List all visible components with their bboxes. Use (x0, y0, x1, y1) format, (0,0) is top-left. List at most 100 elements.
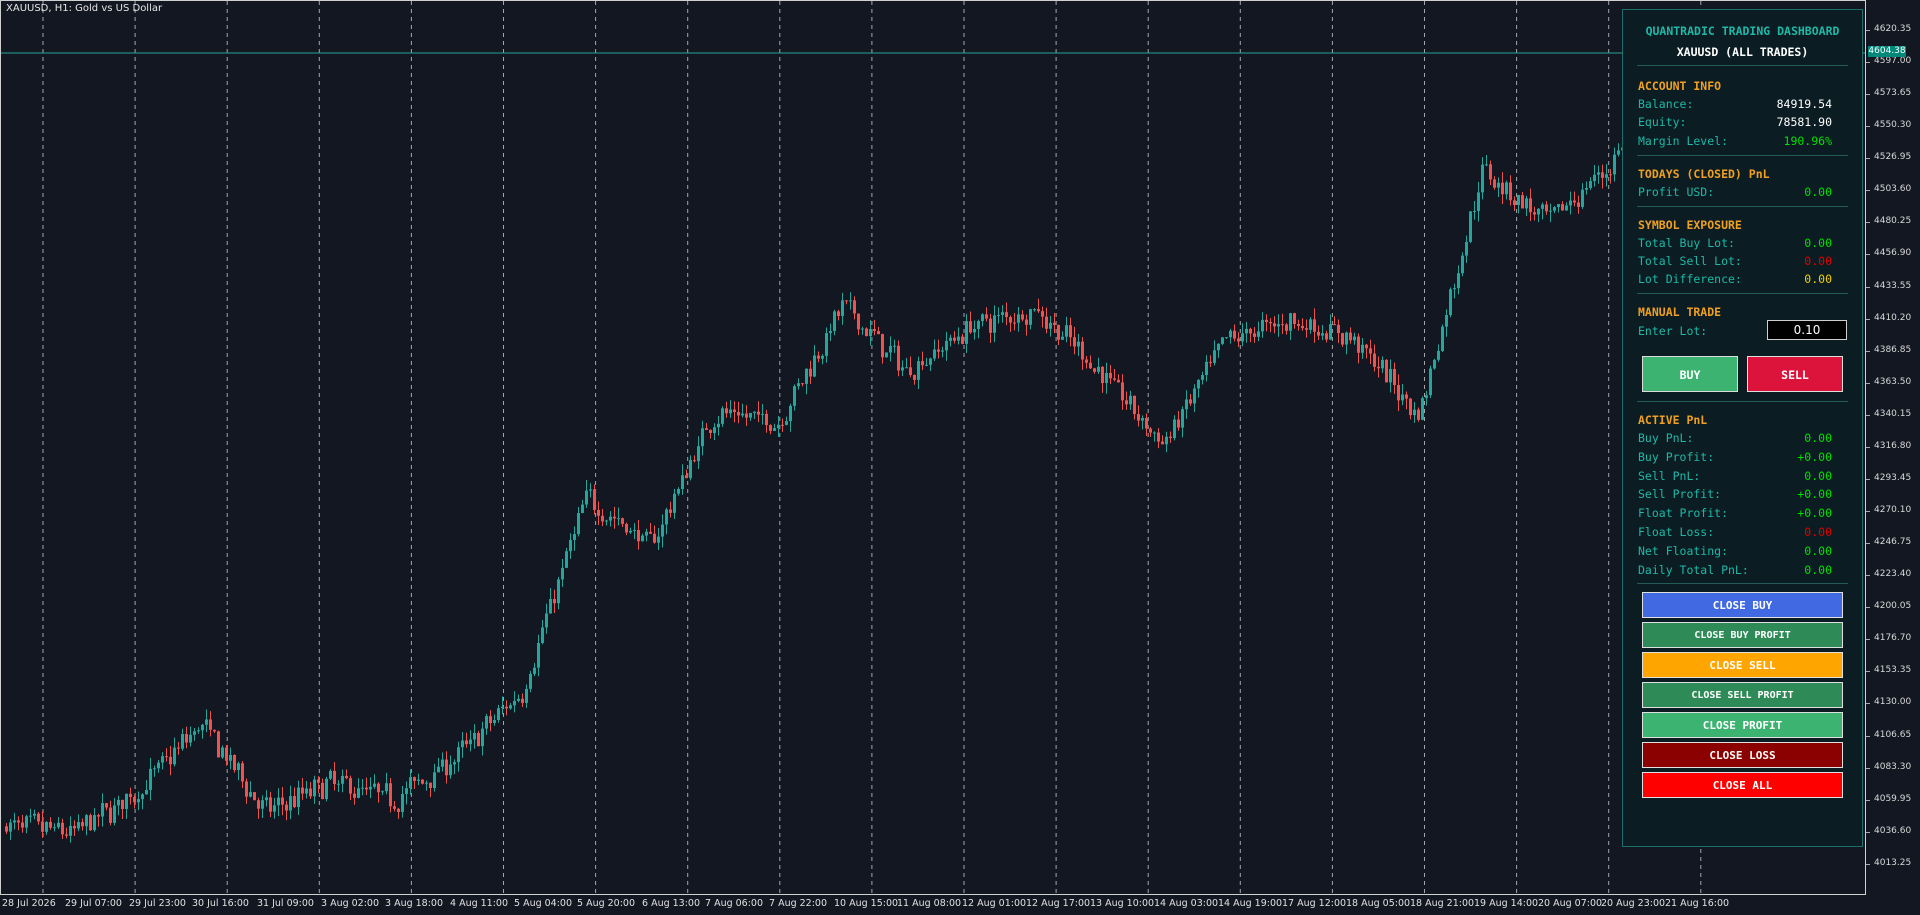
close-all-button[interactable]: CLOSE ALL (1642, 772, 1843, 798)
candle-body (825, 333, 828, 356)
time-tick-label: 3 Aug 02:00 (321, 898, 380, 909)
candle-body (1429, 368, 1432, 396)
candle-body (433, 772, 436, 789)
candle-body (205, 719, 208, 725)
price-tick-label: 4573.65 (1865, 88, 1912, 99)
candle-body (1537, 208, 1540, 215)
lot-difference-label: Lot Difference: (1638, 272, 1742, 286)
candle-body (745, 413, 748, 418)
candle-body (489, 716, 492, 724)
price-scale[interactable]: 4620.35 4597.00 4573.65 4550.30 4526.95 4503.… (1865, 0, 1920, 895)
sell-button[interactable]: SELL (1747, 356, 1843, 392)
candle-body (1449, 289, 1452, 316)
candle-body (529, 673, 532, 689)
candle-body (217, 731, 220, 758)
lot-size-input[interactable] (1767, 320, 1847, 340)
candle-body (129, 793, 132, 798)
price-tick-label: 4036.60 (1865, 825, 1912, 836)
candle-body (113, 805, 116, 823)
close-sell-profit-button[interactable]: CLOSE SELL PROFIT (1642, 682, 1843, 708)
candle-body (1201, 375, 1204, 380)
candle-body (341, 775, 344, 784)
price-chart[interactable]: XAUUSD, H1: Gold vs US Dollar QUANTRADIC… (0, 0, 1866, 895)
candle-body (1453, 288, 1456, 290)
candle-body (1421, 398, 1424, 420)
close-loss-button[interactable]: CLOSE LOSS (1642, 742, 1843, 768)
candle-body (1529, 198, 1532, 213)
candle-body (117, 799, 120, 806)
candle-body (1137, 414, 1140, 421)
candle-body (141, 794, 144, 800)
active-pnl-row-label: Float Loss: (1638, 525, 1715, 539)
candle-body (941, 350, 944, 352)
candle-body (449, 764, 452, 776)
candle-body (93, 815, 96, 831)
candle-body (1109, 372, 1112, 379)
candle-body (753, 411, 756, 413)
candle-body (593, 489, 596, 510)
candle-body (997, 314, 1000, 316)
candle-body (1149, 428, 1152, 433)
equity-value: 78581.90 (1776, 115, 1832, 129)
active-pnl-row-value: 0.00 (1804, 525, 1832, 539)
candle-body (817, 355, 820, 359)
candle-body (1117, 379, 1120, 383)
time-tick-label: 6 Aug 13:00 (642, 898, 701, 909)
candle-body (945, 340, 948, 351)
candle-body (1209, 361, 1212, 363)
close-buy-profit-button[interactable]: CLOSE BUY PROFIT (1642, 622, 1843, 648)
time-tick-label: 28 Jul 2026 (2, 898, 56, 909)
candle-body (1393, 369, 1396, 386)
candle-body (1597, 172, 1600, 175)
candle-body (1541, 204, 1544, 209)
candlestick-chart[interactable] (1, 1, 1866, 895)
candle-body (1001, 312, 1004, 315)
candle-body (309, 788, 312, 797)
candle-body (1013, 322, 1016, 324)
candle-body (1221, 337, 1224, 344)
active-pnl-row-label: Float Profit: (1638, 506, 1729, 521)
close-sell-button[interactable]: CLOSE SELL (1642, 652, 1843, 678)
candle-body (1305, 328, 1308, 330)
candle-body (857, 313, 860, 330)
candle-body (733, 409, 736, 412)
candle-body (1081, 341, 1084, 360)
candle-body (1369, 348, 1372, 354)
candle-body (909, 367, 912, 375)
candle-body (325, 778, 328, 800)
buy-button[interactable]: BUY (1642, 356, 1738, 392)
lot-difference-value: 0.00 (1804, 272, 1832, 286)
close-profit-button[interactable]: CLOSE PROFIT (1642, 712, 1843, 738)
candle-body (829, 331, 832, 334)
candle-body (761, 413, 764, 415)
trading-dashboard-panel: QUANTRADIC TRADING DASHBOARD XAUUSD (ALL… (1622, 9, 1863, 847)
candle-body (313, 779, 316, 797)
candle-body (1073, 337, 1076, 347)
candle-body (1413, 409, 1416, 416)
dashboard-subtitle: XAUUSD (ALL TRADES) (1676, 45, 1809, 59)
active-pnl-row-value: +0.00 (1797, 487, 1832, 502)
candle-body (689, 460, 692, 479)
candle-body (461, 740, 464, 748)
candle-body (1309, 319, 1312, 330)
candle-body (837, 311, 840, 316)
time-scale[interactable]: 28 Jul 2026 29 Jul 07:00 29 Jul 23:00 30 Ju… (0, 895, 1866, 915)
candle-body (133, 797, 136, 803)
candle-body (617, 518, 620, 520)
candle-body (525, 688, 528, 703)
candle-body (445, 759, 448, 776)
candle-body (377, 783, 380, 793)
total-sell-lot-value: 0.00 (1804, 254, 1832, 268)
candle-body (157, 762, 160, 769)
candle-body (249, 792, 252, 797)
price-tick-label: 4456.90 (1865, 248, 1912, 259)
candle-body (29, 815, 32, 817)
close-buy-button[interactable]: CLOSE BUY (1642, 592, 1843, 618)
chart-symbol-title: XAUUSD, H1: Gold vs US Dollar (6, 3, 163, 14)
candle-body (1193, 388, 1196, 404)
candle-body (965, 321, 968, 344)
candle-body (621, 518, 624, 524)
candle-body (977, 321, 980, 329)
candle-body (1397, 385, 1400, 401)
candle-body (1021, 314, 1024, 320)
